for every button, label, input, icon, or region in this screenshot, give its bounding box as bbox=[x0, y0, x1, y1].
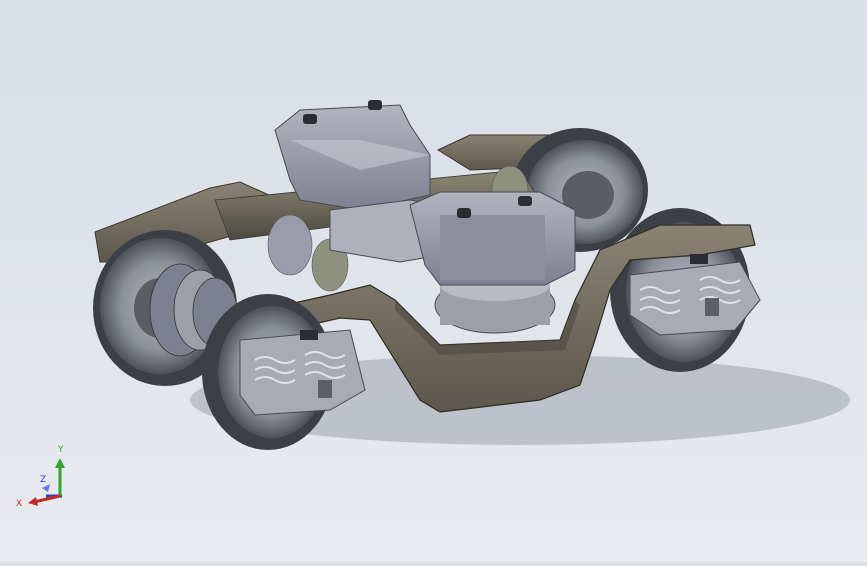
y-axis-label: Y bbox=[57, 445, 64, 455]
z-axis-arrow bbox=[42, 484, 50, 492]
bogie-model[interactable] bbox=[0, 0, 867, 562]
y-axis-arrow bbox=[55, 458, 65, 468]
x-axis-arrow bbox=[28, 497, 38, 506]
gearbox-front[interactable] bbox=[409, 191, 576, 286]
graphics-viewport[interactable] bbox=[0, 0, 867, 562]
x-axis-label: X bbox=[16, 499, 22, 509]
orientation-triad[interactable]: Y X Z bbox=[14, 440, 74, 510]
z-axis-label: Z bbox=[40, 475, 46, 485]
gearbox-rear[interactable] bbox=[274, 100, 431, 211]
